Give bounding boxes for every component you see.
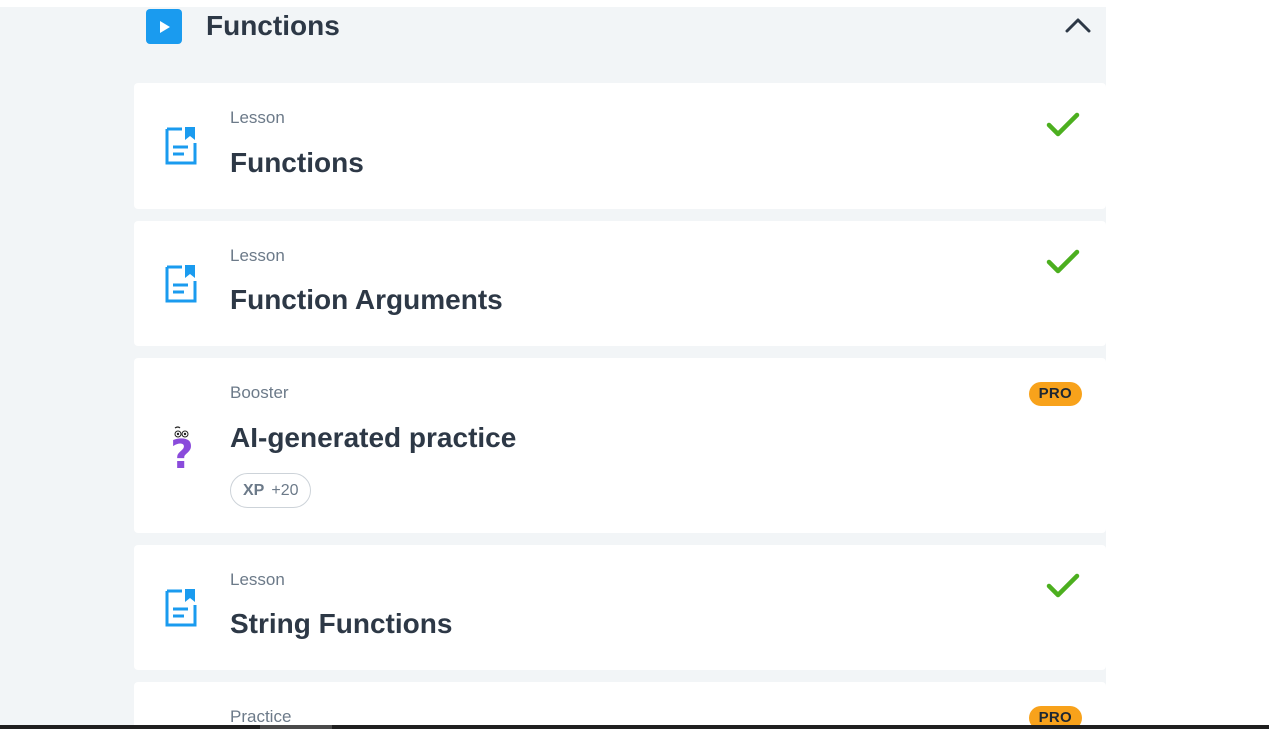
card-title: AI-generated practice	[230, 422, 517, 453]
xp-value: +20	[271, 481, 299, 499]
card-title: Functions	[230, 147, 364, 178]
card-type-label: Practice	[230, 707, 292, 726]
section-header[interactable]: Functions	[134, 7, 1106, 47]
module-page: Functions Lesson Functions Lesson Functi…	[0, 7, 1269, 729]
lesson-document-icon	[164, 125, 198, 172]
pro-badge: PRO	[1028, 382, 1082, 406]
svg-text:?: ?	[170, 432, 193, 472]
lesson-document-icon	[164, 263, 198, 310]
play-icon[interactable]	[146, 9, 182, 44]
card-title: Function Arguments	[230, 284, 503, 315]
card-title: String Functions	[230, 608, 453, 639]
card-type-label: Booster	[230, 383, 289, 402]
card-type-label: Lesson	[230, 108, 285, 127]
lesson-card[interactable]: Lesson Function Arguments	[134, 221, 1106, 346]
card-type-label: Lesson	[230, 246, 285, 265]
horizontal-scrollbar[interactable]	[0, 725, 1269, 729]
practice-card[interactable]: Practice PRO	[134, 682, 1106, 729]
chevron-up-icon[interactable]	[1064, 13, 1092, 37]
booster-card[interactable]: ? Booster AI-generated practice PRO XP +…	[134, 358, 1106, 533]
lesson-document-icon	[164, 587, 198, 634]
xp-reward-pill: XP +20	[230, 473, 312, 508]
card-type-label: Lesson	[230, 570, 285, 589]
check-icon	[1046, 572, 1080, 600]
app-viewport: Functions Lesson Functions Lesson Functi…	[0, 0, 1269, 729]
xp-label: XP	[243, 481, 265, 499]
lesson-card[interactable]: Lesson String Functions	[134, 545, 1106, 670]
right-gutter	[1106, 7, 1269, 725]
check-icon	[1046, 111, 1080, 139]
scrollbar-thumb[interactable]	[260, 725, 332, 729]
question-mark-character-icon: ?	[166, 424, 198, 478]
top-strip	[0, 0, 1269, 7]
lesson-card[interactable]: Lesson Functions	[134, 83, 1106, 209]
check-icon	[1046, 248, 1080, 276]
section-title: Functions	[206, 10, 340, 41]
